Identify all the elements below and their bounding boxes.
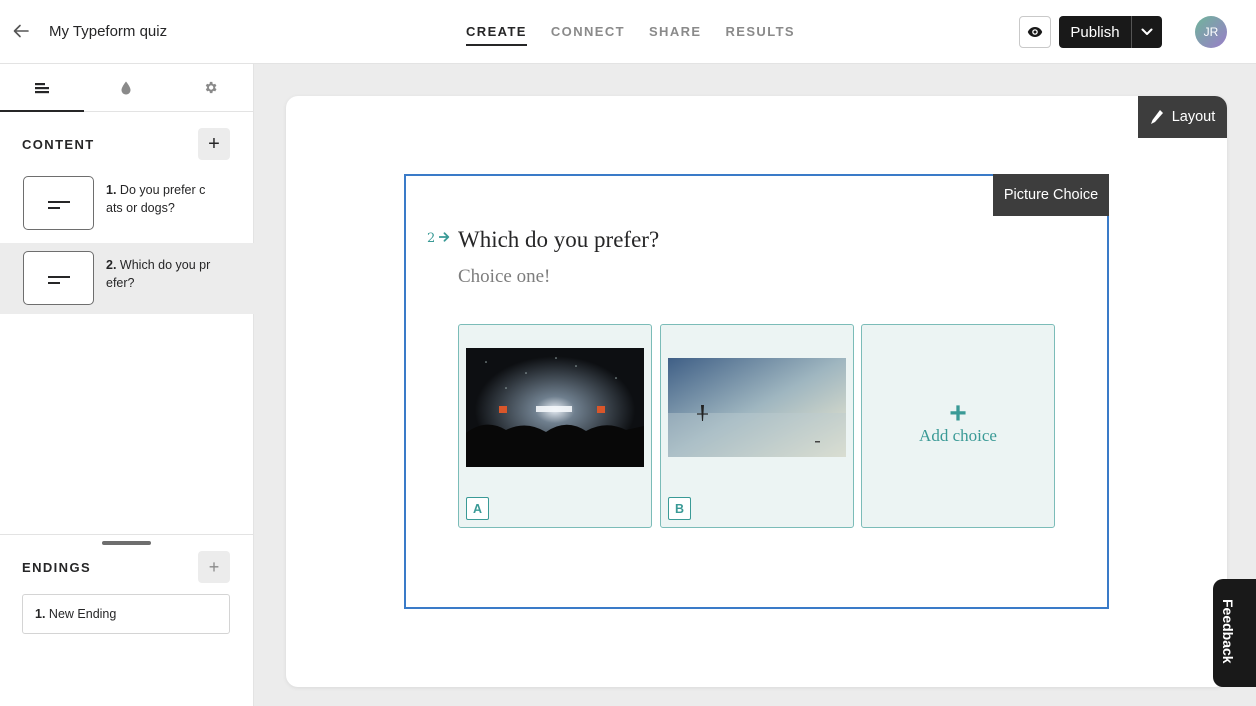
tab-share[interactable]: SHARE	[649, 0, 702, 64]
question-thumbnail	[23, 176, 94, 230]
top-bar: My Typeform quiz CREATE CONNECT SHARE RE…	[0, 0, 1256, 64]
block-type-badge: Picture Choice	[993, 174, 1109, 216]
tab-create[interactable]: CREATE	[466, 0, 527, 64]
publish-button[interactable]: Publish	[1059, 16, 1131, 48]
chevron-down-icon	[1141, 28, 1153, 35]
tab-settings[interactable]	[169, 64, 253, 111]
question-label: Which do you prefer?	[106, 258, 211, 290]
ending-list-item[interactable]: 1. New Ending	[22, 594, 230, 634]
gear-icon	[206, 81, 217, 94]
avatar[interactable]: JR	[1195, 16, 1227, 48]
add-choice-label: Add choice	[919, 426, 997, 445]
content-heading: CONTENT	[22, 137, 95, 152]
arrow-right-icon	[439, 232, 450, 242]
question-index: 2	[427, 231, 436, 246]
question-description[interactable]: Choice one!	[458, 266, 550, 288]
choice-key-b: B	[668, 497, 691, 520]
question-number: 1.	[106, 183, 117, 197]
feedback-label: Feedback	[1220, 599, 1236, 664]
back-arrow-icon[interactable]	[12, 22, 30, 40]
layout-button[interactable]: Layout	[1138, 96, 1227, 138]
ending-label: New Ending	[48, 607, 117, 621]
picture-choice-a[interactable]: A	[458, 324, 652, 528]
choice-key-a: A	[466, 497, 489, 520]
question-label: Do you prefer cats or dogs?	[106, 183, 206, 215]
form-title[interactable]: My Typeform quiz	[49, 23, 167, 40]
add-choice-button[interactable]: + Add choice	[861, 324, 1055, 528]
sidebar: CONTENT + 1. Do you prefer cats or dogs?…	[0, 64, 254, 706]
publish-options-button[interactable]	[1131, 16, 1162, 48]
question-number: 2.	[106, 258, 117, 272]
add-ending-button[interactable]: +	[198, 551, 230, 583]
ending-number: 1.	[35, 607, 46, 621]
add-question-button[interactable]: +	[198, 128, 230, 160]
question-thumbnail	[23, 251, 94, 305]
picture-choice-b[interactable]: B	[660, 324, 854, 528]
question-title[interactable]: Which do you prefer?	[458, 227, 659, 253]
sidebar-tabs	[0, 64, 253, 112]
droplet-icon	[121, 81, 131, 94]
pencil-icon	[1150, 110, 1163, 124]
main-nav: CREATE CONNECT SHARE RESULTS	[466, 0, 795, 64]
sidebar-divider	[0, 534, 254, 535]
preview-button[interactable]	[1019, 16, 1051, 48]
tab-results[interactable]: RESULTS	[725, 0, 795, 64]
layout-label: Layout	[1171, 109, 1216, 125]
eye-icon	[1027, 27, 1043, 37]
content-list-icon	[34, 82, 49, 93]
question-list-item-selected[interactable]: 2. Which do you prefer?	[0, 243, 254, 314]
tab-connect[interactable]: CONNECT	[551, 0, 625, 64]
plus-icon: +	[949, 397, 967, 430]
endings-heading: ENDINGS	[22, 560, 92, 575]
resize-handle[interactable]	[102, 541, 151, 545]
calm-sea-image	[668, 358, 846, 457]
feedback-tab[interactable]: Feedback	[1213, 579, 1256, 687]
question-list-item[interactable]: 1. Do you prefer cats or dogs?	[0, 168, 254, 239]
concert-crowd-image	[466, 348, 644, 467]
tab-design[interactable]	[84, 64, 168, 111]
tab-content[interactable]	[0, 64, 85, 112]
